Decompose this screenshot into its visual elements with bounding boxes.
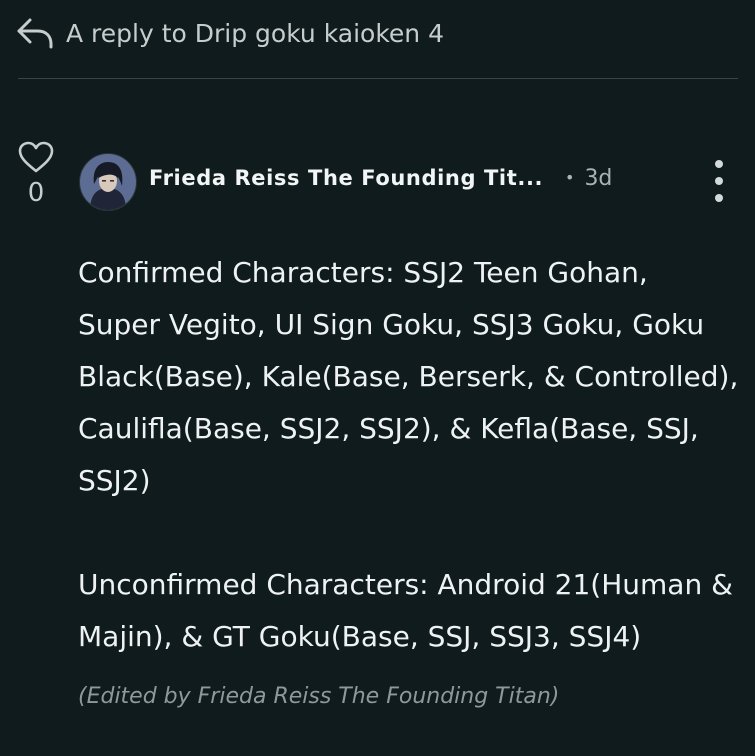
post-age: 3d (584, 166, 613, 191)
edited-note: (Edited by Frieda Reiss The Founding Tit… (78, 684, 560, 709)
author-name[interactable]: Frieda Reiss The Founding Tit... (149, 166, 543, 190)
more-dot (715, 177, 723, 185)
reply-page: A reply to Drip goku kaioken 4 0 Frieda … (0, 0, 755, 756)
avatar[interactable] (79, 153, 137, 211)
reply-header[interactable]: A reply to Drip goku kaioken 4 (16, 12, 444, 54)
like-control: 0 (16, 140, 56, 208)
divider (18, 78, 738, 79)
separator-dot: • (565, 168, 575, 187)
more-dot (715, 194, 723, 202)
post-meta: • 3d (565, 166, 612, 191)
more-vertical-icon[interactable] (708, 160, 730, 202)
reply-to-text[interactable]: A reply to Drip goku kaioken 4 (66, 19, 444, 48)
like-count: 0 (27, 178, 45, 208)
post-body: Confirmed Characters: SSJ2 Teen Gohan, S… (78, 256, 739, 653)
more-dot (715, 160, 723, 168)
heart-icon[interactable] (17, 140, 55, 174)
reply-arrow-icon[interactable] (16, 14, 54, 52)
